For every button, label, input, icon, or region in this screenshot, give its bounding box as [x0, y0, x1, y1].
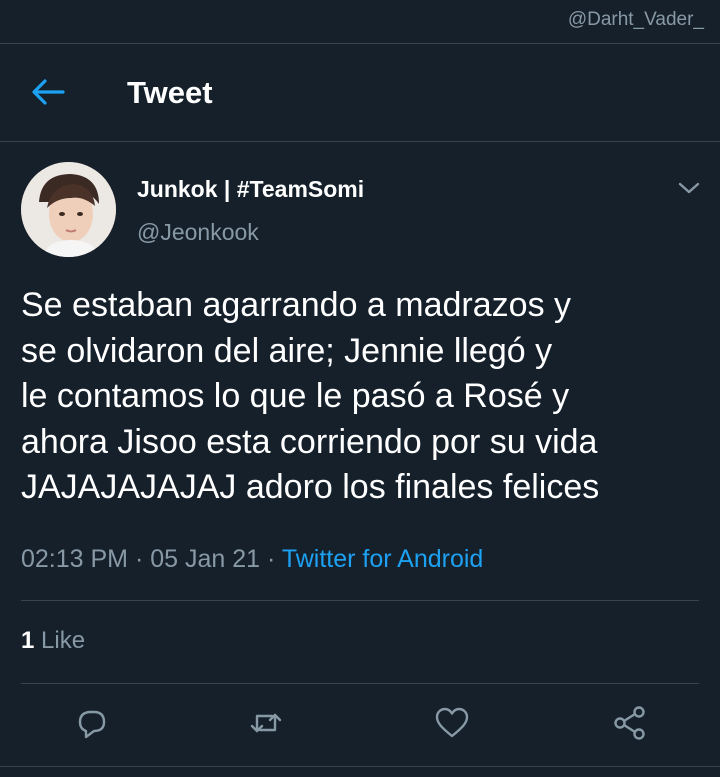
tweet-meta: 02:13 PM · 05 Jan 21 · Twitter for Andro… — [21, 545, 483, 574]
divider — [21, 683, 699, 684]
chevron-down-icon — [678, 182, 700, 194]
arrow-left-icon — [32, 79, 65, 105]
tweet-text: Se estaban agarrando a madrazos y se olv… — [21, 286, 600, 506]
divider — [21, 600, 699, 601]
tweet-date: 05 Jan 21 — [150, 545, 261, 573]
retweet-icon — [250, 713, 282, 733]
user-handle[interactable]: @Jeonkook — [137, 219, 259, 246]
likes-stat[interactable]: 1 Like — [21, 627, 85, 655]
divider — [0, 766, 720, 767]
display-name[interactable]: Junkok | #TeamSomi — [137, 176, 364, 203]
reply-button[interactable] — [72, 703, 112, 743]
page-title: Tweet — [127, 75, 213, 110]
more-options-button[interactable] — [676, 178, 702, 198]
retweet-button[interactable] — [246, 703, 286, 743]
likes-label: Like — [41, 627, 86, 654]
heart-icon — [435, 707, 469, 738]
like-button[interactable] — [432, 703, 472, 743]
header-divider — [0, 141, 720, 142]
share-button[interactable] — [610, 703, 650, 743]
share-icon — [614, 706, 645, 740]
back-button[interactable] — [30, 77, 66, 107]
likes-count: 1 — [21, 627, 35, 654]
meta-separator: · — [134, 545, 144, 573]
tweet-source-link[interactable]: Twitter for Android — [282, 545, 483, 573]
tweet-time: 02:13 PM — [21, 545, 129, 573]
header-bar: Tweet — [0, 44, 720, 142]
meta-separator: · — [267, 545, 276, 573]
watermark-text: @Darht_Vader_ — [567, 9, 704, 30]
reply-icon — [78, 710, 106, 739]
avatar[interactable] — [21, 162, 116, 257]
